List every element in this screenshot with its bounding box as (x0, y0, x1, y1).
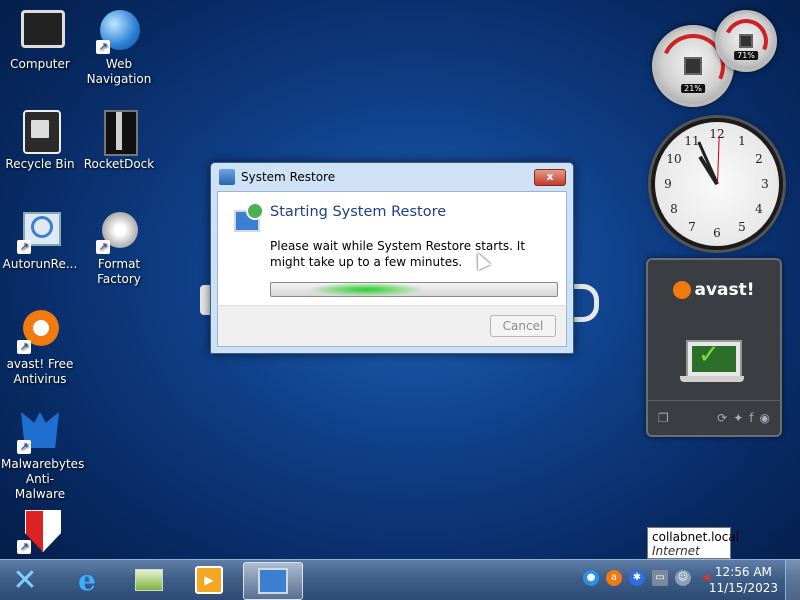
shortcut-arrow-icon: ↗ (17, 240, 31, 254)
cpu-chip-icon (684, 57, 702, 75)
twitter-icon[interactable]: ✦ (733, 411, 743, 425)
computer-icon (17, 8, 65, 54)
shortcut-arrow-icon: ↗ (96, 240, 110, 254)
desktop-icon-label: Format Factory (97, 257, 141, 286)
desktop-icon-shield[interactable]: ↗ (1, 508, 79, 557)
tooltip-network-name: collabnet.local (652, 530, 740, 544)
globe-icon: ↗ (96, 8, 142, 54)
desktop-icon-autorun[interactable]: ↗ AutorunRe... (1, 208, 79, 272)
taskbar-system-restore[interactable] (243, 562, 303, 600)
system-restore-large-icon (232, 202, 264, 232)
dialog-titlebar[interactable]: System Restore (211, 163, 573, 191)
progress-marquee (311, 283, 421, 296)
desktop-icon-computer[interactable]: Computer (1, 8, 79, 72)
avast-logo: avast! (669, 280, 759, 300)
rss-icon[interactable]: ◉ (760, 411, 770, 425)
memory-usage-value: 71% (734, 51, 758, 60)
user-icon[interactable]: ☺ (675, 570, 691, 586)
shortcut-arrow-icon: ↗ (17, 540, 31, 554)
avast-gadget-toolbar: ❐ ⟳ ✦ f ◉ (648, 400, 780, 435)
refresh-icon[interactable]: ⟳ (717, 411, 727, 425)
dock-right-handle (574, 284, 599, 322)
progress-bar (270, 282, 558, 297)
start-icon: ✕ (12, 562, 38, 598)
desktop-icon-label: Malwarebytes Anti-Malware (1, 457, 85, 501)
desktop-icon-label: avast! Free Antivirus (6, 357, 74, 386)
clock-gadget[interactable]: 12 1 2 3 4 5 6 7 8 9 10 11 (651, 118, 783, 250)
window-icon[interactable]: ❐ (658, 411, 669, 425)
facebook-icon[interactable]: f (749, 411, 753, 425)
taskbar-clock[interactable]: 12:56 AM 11/15/2023 (709, 564, 778, 596)
clock-minute-hand (696, 141, 719, 185)
system-tray: ● a ✱ ▭ ☺ ◀ (583, 570, 714, 586)
taskbar-media-player[interactable]: ▶ (180, 562, 238, 598)
malwarebytes-icon: ↗ (17, 408, 63, 454)
desktop-icon-recycle-bin[interactable]: Recycle Bin (1, 108, 79, 172)
avast-icon: ↗ (17, 308, 63, 354)
recycle-bin-icon (17, 108, 63, 154)
shortcut-arrow-icon: ↗ (17, 340, 31, 354)
start-button[interactable]: ✕ (2, 562, 48, 598)
desktop-icon-label: Web Navigation (86, 57, 152, 86)
desktop-icon-web-navigation[interactable]: ↗ Web Navigation (80, 8, 158, 87)
clock-second-hand (716, 136, 720, 185)
taskbar-date: 11/15/2023 (708, 581, 778, 595)
dialog-body: Starting System Restore Please wait whil… (217, 191, 567, 306)
cancel-button[interactable]: Cancel (490, 315, 556, 337)
taskbar-time: 12:56 AM (714, 565, 772, 579)
desktop-icon-label: AutorunRe... (2, 257, 78, 271)
check-icon: ✓ (698, 340, 720, 370)
show-desktop-button[interactable] (785, 560, 800, 600)
avast-tray-icon[interactable]: a (606, 570, 622, 586)
media-player-icon: ▶ (195, 566, 223, 594)
bluetooth-icon[interactable]: ✱ (629, 570, 645, 586)
system-restore-icon (258, 568, 288, 594)
shortcut-arrow-icon: ↗ (96, 40, 110, 54)
desktop-icon-format-factory[interactable]: ↗ Format Factory (80, 208, 158, 287)
cpu-usage-value: 21% (681, 84, 705, 93)
taskbar: ✕ e ▶ ● a ✱ ▭ ☺ ◀ 12:56 AM 11/15/2023 (0, 559, 800, 600)
internet-explorer-icon: e (78, 563, 96, 597)
laptop-icon: ✓ (686, 340, 742, 378)
system-restore-icon (219, 169, 235, 185)
dialog-title: System Restore (241, 170, 336, 184)
avast-logo-icon (673, 281, 692, 299)
desktop-icon-avast[interactable]: ↗ avast! Free Antivirus (1, 308, 79, 387)
shortcut-arrow-icon: ↗ (17, 440, 31, 454)
memory-meter-gadget[interactable]: 71% (715, 10, 777, 72)
dialog-heading: Starting System Restore (270, 204, 447, 220)
desktop-icon-rocketdock[interactable]: RocketDock (80, 108, 158, 172)
desktop-icon-label: RocketDock (83, 157, 155, 171)
desktop-icon-label: Computer (10, 57, 70, 71)
monitor-icon[interactable]: ▭ (652, 570, 668, 586)
taskbar-internet-explorer[interactable]: e (58, 562, 116, 598)
dialog-message: Please wait while System Restore starts.… (270, 239, 526, 269)
shield-icon: ↗ (17, 508, 63, 554)
system-restore-dialog: System Restore x Starting System Restore… (210, 162, 574, 354)
network-icon[interactable]: ● (583, 570, 599, 586)
rocketdock-icon (96, 108, 142, 156)
format-factory-icon: ↗ (96, 208, 142, 254)
network-tooltip: collabnet.local Internet access (647, 527, 740, 572)
desktop-icon-label: Recycle Bin (5, 157, 75, 171)
avast-gadget[interactable]: avast! ✓ ❐ ⟳ ✦ f ◉ (646, 258, 782, 437)
desktop-icon-malwarebytes[interactable]: ↗ Malwarebytes Anti-Malware (1, 408, 85, 502)
memory-chip-icon (739, 34, 753, 48)
file-explorer-icon (135, 569, 163, 591)
close-button[interactable]: x (534, 169, 566, 186)
autorun-icon: ↗ (17, 208, 63, 254)
dialog-footer: Cancel (217, 305, 567, 347)
taskbar-file-explorer[interactable] (120, 562, 178, 598)
